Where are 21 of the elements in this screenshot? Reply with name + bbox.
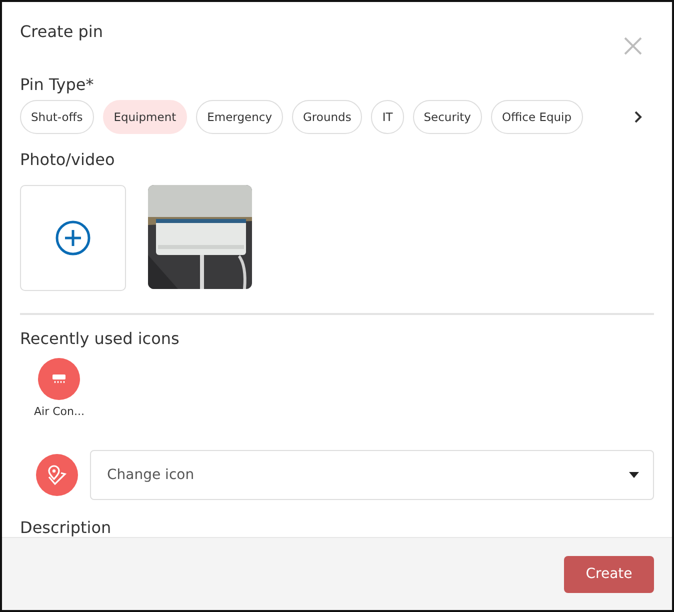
pin-type-chip[interactable]: Grounds: [292, 100, 362, 134]
pin-type-chip[interactable]: Security: [412, 100, 482, 134]
section-label: Description: [20, 518, 112, 537]
next-arrow-icon[interactable]: [634, 111, 642, 124]
section-label: Recently used icons: [20, 329, 180, 348]
map-pin-icon: [36, 454, 78, 496]
add-icon: [55, 220, 91, 256]
pin-type-chip[interactable]: Emergency: [196, 100, 284, 134]
create-button[interactable]: Create: [564, 556, 654, 592]
section-label: Photo/video: [20, 150, 116, 170]
pin-type-chip[interactable]: IT: [371, 100, 404, 134]
section-label: Pin Type*: [20, 75, 95, 94]
add-media-button[interactable]: [20, 185, 126, 292]
pin-type-chip[interactable]: Equipment: [102, 100, 188, 134]
icon-label: Air Con...: [34, 405, 84, 418]
pin-type-chip[interactable]: Shut-offs: [20, 100, 94, 134]
caret-icon: [629, 472, 639, 478]
dialog-title: Create pin: [20, 22, 103, 41]
pin-type-chip[interactable]: Office Equip: [490, 100, 583, 134]
air-conditioner-icon[interactable]: [38, 358, 80, 400]
change-icon-dropdown[interactable]: Change icon: [90, 450, 654, 500]
